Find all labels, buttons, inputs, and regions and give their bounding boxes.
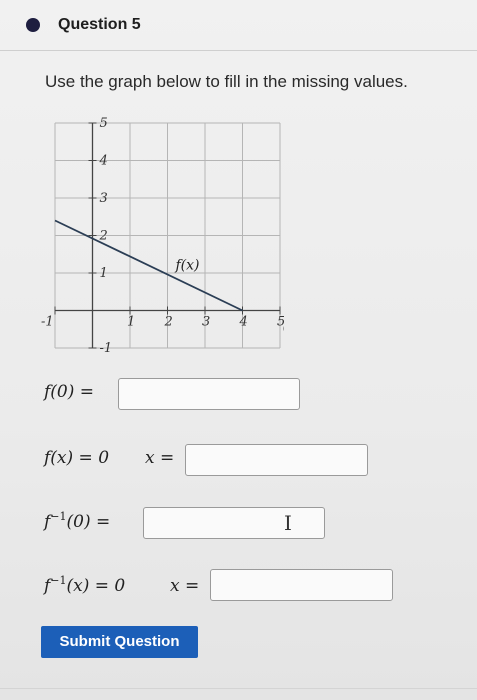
x-tick-label: 4 (239, 315, 248, 330)
prompt-rest: (0) = (66, 512, 111, 532)
series-line-f (54, 219, 243, 312)
bullet-dot-icon (26, 18, 40, 32)
x-tick-label: 1 (127, 315, 135, 330)
footer-divider (0, 688, 477, 689)
prompt-finverse-of-zero: f−1(0) = (44, 510, 111, 532)
prompt-inverse-sup: −1 (50, 510, 67, 523)
prompt-inverse-sup: −1 (50, 574, 67, 587)
instruction-text: Use the graph below to fill in the missi… (45, 72, 408, 91)
prompt-f-of-zero: f(0) = (44, 382, 95, 402)
x-tick-label: -1 (41, 315, 54, 330)
y-tick-label: 5 (100, 116, 108, 131)
y-tick-label: -1 (100, 341, 113, 356)
question-header: Question 5 (0, 0, 477, 51)
x-tick-label: 2 (164, 315, 173, 330)
answer-input-finverse0[interactable] (143, 507, 325, 539)
answer-input-f0[interactable] (118, 378, 300, 410)
y-tick-label: 1 (100, 266, 108, 281)
prompt-f-equals-zero: f(x) = 0 (44, 448, 110, 468)
x-tick-label: 5 (277, 315, 284, 330)
answer-input-x-root[interactable] (185, 444, 368, 476)
prompt-x-equals: x = (170, 576, 200, 596)
submit-question-button[interactable]: Submit Question (41, 626, 198, 658)
text-cursor-icon: I (284, 511, 292, 535)
prompt-x-equals: x = (145, 448, 175, 468)
question-title: Question 5 (58, 16, 141, 33)
function-label: f(x) (175, 258, 200, 274)
y-tick-label: 3 (100, 191, 108, 206)
x-tick-label: 3 (202, 315, 210, 330)
prompt-finverse-equals-zero: f−1(x) = 0 (44, 574, 126, 596)
y-tick-label: 4 (99, 154, 108, 169)
answer-input-x-finverse[interactable] (210, 569, 393, 601)
prompt-rest: (x) = 0 (66, 576, 126, 596)
function-graph: -11234554321-1 f(x) (41, 116, 284, 356)
